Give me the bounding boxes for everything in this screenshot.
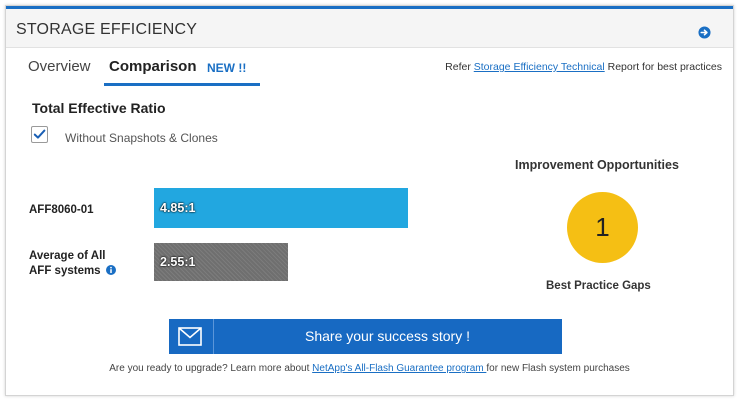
best-practice-gaps-label: Best Practice Gaps	[546, 280, 651, 292]
share-success-story-button[interactable]: Share your success story !	[169, 319, 562, 354]
all-flash-guarantee-link[interactable]: NetApp's All-Flash Guarantee program	[312, 363, 486, 374]
tab-comparison[interactable]: Comparison	[109, 58, 197, 75]
refer-prefix: Refer	[445, 61, 474, 73]
tab-bar: Overview Comparison NEW !! Refer Storage…	[6, 47, 733, 87]
storage-efficiency-technical-link[interactable]: Storage Efficiency Technical	[474, 61, 605, 73]
arrow-right-circle-icon[interactable]	[698, 26, 711, 39]
ratio-value-aff8060: 4.85:1	[160, 201, 196, 215]
improvement-opportunities-title: Improvement Opportunities	[515, 158, 679, 172]
refer-suffix: Report for best practices	[604, 61, 722, 73]
refer-note: Refer Storage Efficiency Technical Repor…	[445, 61, 722, 73]
upgrade-prefix: Are you ready to upgrade? Learn more abo…	[109, 363, 313, 374]
best-practice-gap-count[interactable]: 1	[567, 192, 638, 263]
ratio-bar-aff8060: 4.85:1	[154, 188, 408, 228]
system-label-aff8060: AFF8060-01	[29, 204, 94, 216]
snapshots-clones-label: Without Snapshots & Clones	[65, 131, 218, 145]
share-button-label: Share your success story !	[305, 328, 470, 344]
ratio-value-average: 2.55:1	[160, 255, 196, 269]
card-header: STORAGE EFFICIENCY	[6, 9, 733, 48]
upgrade-note: Are you ready to upgrade? Learn more abo…	[6, 363, 733, 374]
snapshots-clones-checkbox[interactable]	[31, 126, 48, 143]
new-badge: NEW !!	[207, 61, 247, 75]
total-effective-ratio-title: Total Effective Ratio	[32, 100, 166, 116]
storage-efficiency-card: STORAGE EFFICIENCY Overview Comparison N…	[5, 5, 734, 396]
card-title: STORAGE EFFICIENCY	[16, 21, 198, 38]
info-icon[interactable]	[105, 265, 116, 275]
upgrade-suffix: for new Flash system purchases	[486, 363, 630, 374]
tab-overview[interactable]: Overview	[28, 58, 91, 75]
checkmark-icon	[33, 129, 46, 139]
envelope-icon	[178, 327, 202, 346]
system-label-average: Average of All AFF systems	[29, 249, 116, 279]
ratio-bar-average: 2.55:1	[154, 243, 288, 281]
active-tab-indicator	[104, 83, 260, 86]
average-label-line1: Average of All	[29, 250, 106, 262]
average-label-line2: AFF systems	[29, 265, 101, 277]
